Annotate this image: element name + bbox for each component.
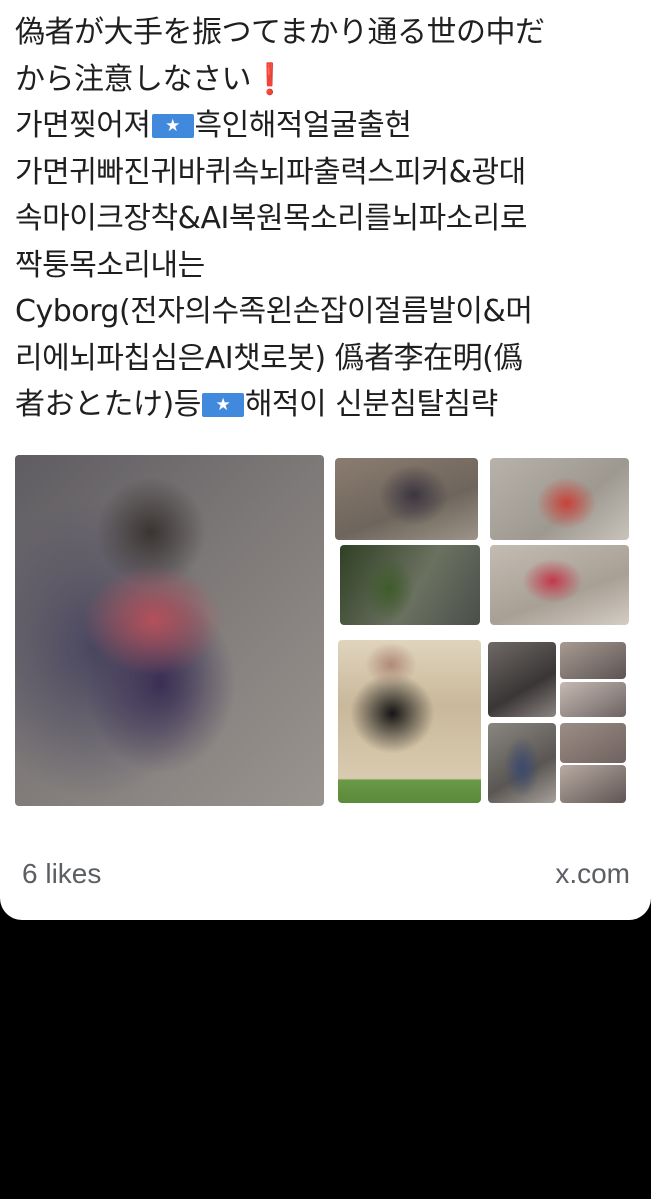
- post-card[interactable]: 偽者が大手を振つてまかり通る世の中だ から注意しなさい❗ 가면찢어져 흑인해적얼굴…: [0, 0, 651, 920]
- post-line: 가면귀빠진귀바퀴속뇌파출력스피커&광대: [15, 150, 640, 197]
- person-photo-small-1[interactable]: [488, 642, 556, 717]
- person-photo-small-6[interactable]: [560, 765, 626, 803]
- person-outdoors-photo[interactable]: [340, 545, 480, 625]
- post-line-text: 者おとたけ)등: [15, 387, 201, 422]
- exclamation-icon: ❗: [251, 61, 288, 97]
- post-line: 가면찢어져 흑인해적얼굴출현: [15, 103, 640, 150]
- somalia-flag-icon: [201, 393, 244, 417]
- person-standing-photo[interactable]: [338, 640, 481, 803]
- somalia-flag-icon: [151, 114, 194, 138]
- post-line-text: 偽者が大手を振つてまかり通る世の中だ: [15, 15, 545, 50]
- person-kneeling-photo[interactable]: [490, 545, 629, 625]
- post-line: 짝퉁목소리내는: [15, 243, 640, 290]
- blurred-person-photo[interactable]: [15, 455, 324, 806]
- person-red-shirt-photo[interactable]: [490, 458, 629, 540]
- post-line-text: から注意しなさい: [15, 61, 252, 97]
- person-photo-small-3[interactable]: [560, 682, 626, 717]
- post-line-text: Cyborg(전자의수족왼손잡이절름발이&머: [15, 294, 533, 329]
- post-line-text: 짝퉁목소리내는: [15, 247, 205, 283]
- post-line: 속마이크장착&AI복원목소리를뇌파소리로: [15, 196, 640, 243]
- post-line-text: 해적이 신분침탈침략: [244, 387, 498, 422]
- post-line: 者おとたけ)등 해적이 신분침탈침략: [15, 382, 640, 429]
- person-photo-small-5[interactable]: [560, 723, 626, 763]
- post-line-text: 가면찢어져: [15, 108, 151, 143]
- post-line: から注意しなさい❗: [15, 57, 640, 104]
- likes-count[interactable]: 6 likes: [22, 858, 101, 890]
- person-photo-small-2[interactable]: [560, 642, 626, 679]
- post-line-text: 흑인해적얼굴출현: [194, 108, 412, 143]
- post-line: Cyborg(전자의수족왼손잡이절름발이&머: [15, 289, 640, 336]
- post-line-text: 리에뇌파칩심은AI챗로봇) 僞者李在明(僞: [15, 340, 523, 376]
- post-line-text: 가면귀빠진귀바퀴속뇌파출력스피커&광대: [15, 154, 526, 190]
- person-photo[interactable]: [335, 458, 478, 540]
- post-line: 偽者が大手を振つてまかり通る世の中だ: [15, 10, 640, 57]
- post-line: 리에뇌파칩심은AI챗로봇) 僞者李在明(僞: [15, 336, 640, 383]
- post-text: 偽者が大手を振つてまかり通る世の中だ から注意しなさい❗ 가면찢어져 흑인해적얼굴…: [15, 10, 640, 429]
- person-photo-small-4[interactable]: [488, 723, 556, 803]
- source-link[interactable]: x.com: [555, 858, 630, 890]
- post-line-text: 속마이크장착&AI복원목소리를뇌파소리로: [15, 201, 527, 236]
